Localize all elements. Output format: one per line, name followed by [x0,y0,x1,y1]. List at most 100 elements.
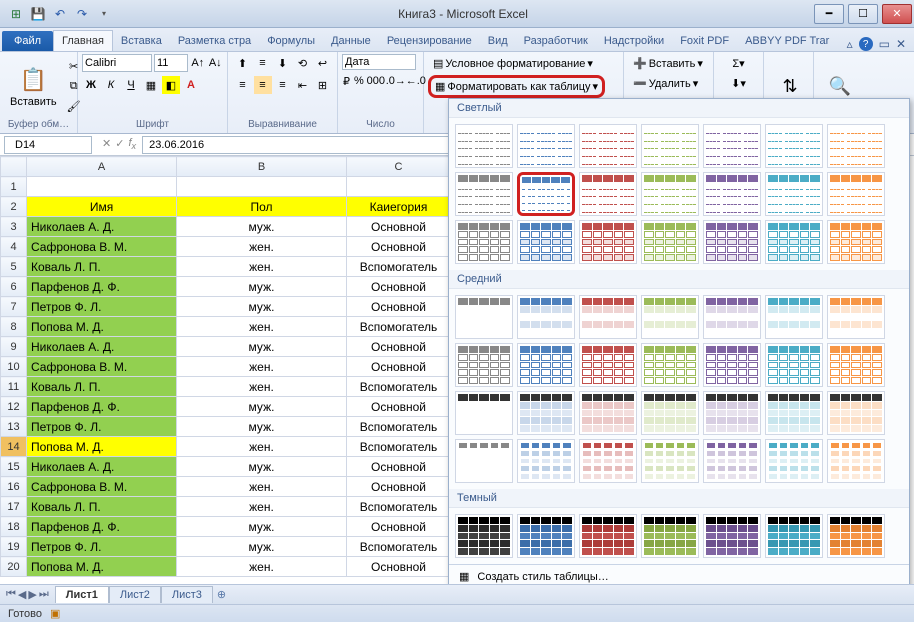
border-icon[interactable]: ▦ [142,76,160,94]
ribbon-tab-6[interactable]: Вид [480,31,516,51]
cell[interactable]: Парфенов Д. Ф. [27,517,177,537]
cell[interactable]: Парфенов Д. Ф. [27,277,177,297]
table-style-swatch[interactable] [517,172,575,216]
cell[interactable]: Попова М. Д. [27,317,177,337]
table-style-swatch[interactable] [517,439,575,483]
row-header-1[interactable]: 1 [1,177,27,197]
inc-decimal-icon[interactable]: .0→ [387,72,405,90]
cell[interactable]: Сафронова В. М. [27,237,177,257]
prev-sheet-icon[interactable]: ◀ [18,588,26,601]
row-header-9[interactable]: 9 [1,337,27,357]
wrap-text-icon[interactable]: ↩ [314,54,332,72]
minimize-button[interactable]: ━ [814,4,844,24]
table-style-swatch[interactable] [641,439,699,483]
currency-icon[interactable]: ₽ [342,72,351,90]
table-style-swatch[interactable] [703,439,761,483]
cell[interactable]: муж. [177,417,347,437]
cell[interactable]: Вспомогатель [347,537,451,557]
help-icon[interactable]: ? [859,37,873,51]
table-style-swatch[interactable] [579,391,637,435]
cell[interactable]: муж. [177,297,347,317]
table-style-swatch[interactable] [641,343,699,387]
font-size-select[interactable] [154,54,188,72]
cell[interactable]: муж. [177,517,347,537]
table-style-swatch[interactable] [579,220,637,264]
row-header-17[interactable]: 17 [1,497,27,517]
table-style-swatch[interactable] [641,514,699,558]
col-header-A[interactable]: A [27,157,177,177]
row-header-13[interactable]: 13 [1,417,27,437]
cell[interactable]: жен. [177,377,347,397]
insert-cells-button[interactable]: ➕Вставить▾ [628,54,708,73]
row-header-2[interactable]: 2 [1,197,27,217]
cell[interactable]: Коваль Л. П. [27,257,177,277]
table-style-swatch[interactable] [641,220,699,264]
row-header-4[interactable]: 4 [1,237,27,257]
cell[interactable]: Основной [347,457,451,477]
ribbon-tab-1[interactable]: Вставка [113,31,170,51]
conditional-formatting-button[interactable]: ▤ Условное форматирование▾ [428,54,598,73]
table-style-swatch[interactable] [579,439,637,483]
align-top-icon[interactable]: ⬆ [234,54,252,72]
table-style-swatch[interactable] [827,124,885,168]
table-style-swatch[interactable] [517,295,575,339]
align-mid-icon[interactable]: ≡ [254,54,272,72]
fill-color-icon[interactable]: ◧ [162,76,180,94]
table-style-swatch[interactable] [703,514,761,558]
save-icon[interactable]: 💾 [28,4,48,24]
table-style-swatch[interactable] [579,343,637,387]
table-style-swatch[interactable] [517,391,575,435]
row-header-11[interactable]: 11 [1,377,27,397]
cell[interactable]: Петров Ф. Л. [27,537,177,557]
maximize-button[interactable]: ☐ [848,4,878,24]
close-button[interactable]: ✕ [882,4,912,24]
row-header-19[interactable]: 19 [1,537,27,557]
row-header-10[interactable]: 10 [1,357,27,377]
row-header-18[interactable]: 18 [1,517,27,537]
table-style-swatch[interactable] [641,295,699,339]
ribbon-tab-9[interactable]: Foxit PDF [672,31,737,51]
merge-icon[interactable]: ⊞ [314,76,332,94]
cancel-formula-icon[interactable]: ✕ [102,137,111,151]
table-style-swatch[interactable] [455,124,513,168]
paste-button[interactable]: 📋 Вставить [4,62,63,110]
cell[interactable]: Вспомогатель [347,377,451,397]
select-all[interactable] [1,157,27,177]
align-left-icon[interactable]: ≡ [234,76,252,94]
cell[interactable]: жен. [177,237,347,257]
cell[interactable]: Попова М. Д. [27,557,177,577]
indent-dec-icon[interactable]: ⇤ [294,76,312,94]
undo-icon[interactable]: ↶ [50,4,70,24]
cell[interactable]: жен. [177,317,347,337]
percent-icon[interactable]: % [353,72,365,90]
col-header-B[interactable]: B [177,157,347,177]
cell[interactable]: Парфенов Д. Ф. [27,397,177,417]
table-style-swatch[interactable] [703,343,761,387]
comma-icon[interactable]: 000 [367,72,385,90]
ribbon-tab-5[interactable]: Рецензирование [379,31,480,51]
dec-decimal-icon[interactable]: ←.0 [407,72,425,90]
font-name-select[interactable] [82,54,152,72]
cell[interactable]: Вспомогатель [347,317,451,337]
table-style-swatch[interactable] [579,514,637,558]
cell[interactable]: Основной [347,237,451,257]
table-style-swatch[interactable] [765,295,823,339]
workbook-close-icon[interactable]: ✕ [896,37,906,51]
ribbon-tab-8[interactable]: Надстройки [596,31,672,51]
cell[interactable]: жен. [177,257,347,277]
table-style-swatch[interactable] [703,124,761,168]
ribbon-tab-10[interactable]: ABBYY PDF Trar [737,31,837,51]
next-sheet-icon[interactable]: ▶ [28,588,36,601]
table-style-swatch[interactable] [827,439,885,483]
underline-icon[interactable]: Ч [122,76,140,94]
table-style-swatch[interactable] [579,295,637,339]
table-style-swatch[interactable] [827,343,885,387]
row-header-20[interactable]: 20 [1,557,27,577]
cell[interactable]: Основной [347,337,451,357]
table-style-swatch[interactable] [765,220,823,264]
table-style-swatch[interactable] [517,124,575,168]
table-style-swatch[interactable] [765,172,823,216]
new-sheet-icon[interactable]: ⊕ [217,588,226,601]
table-style-swatch[interactable] [455,391,513,435]
table-style-swatch[interactable] [579,124,637,168]
